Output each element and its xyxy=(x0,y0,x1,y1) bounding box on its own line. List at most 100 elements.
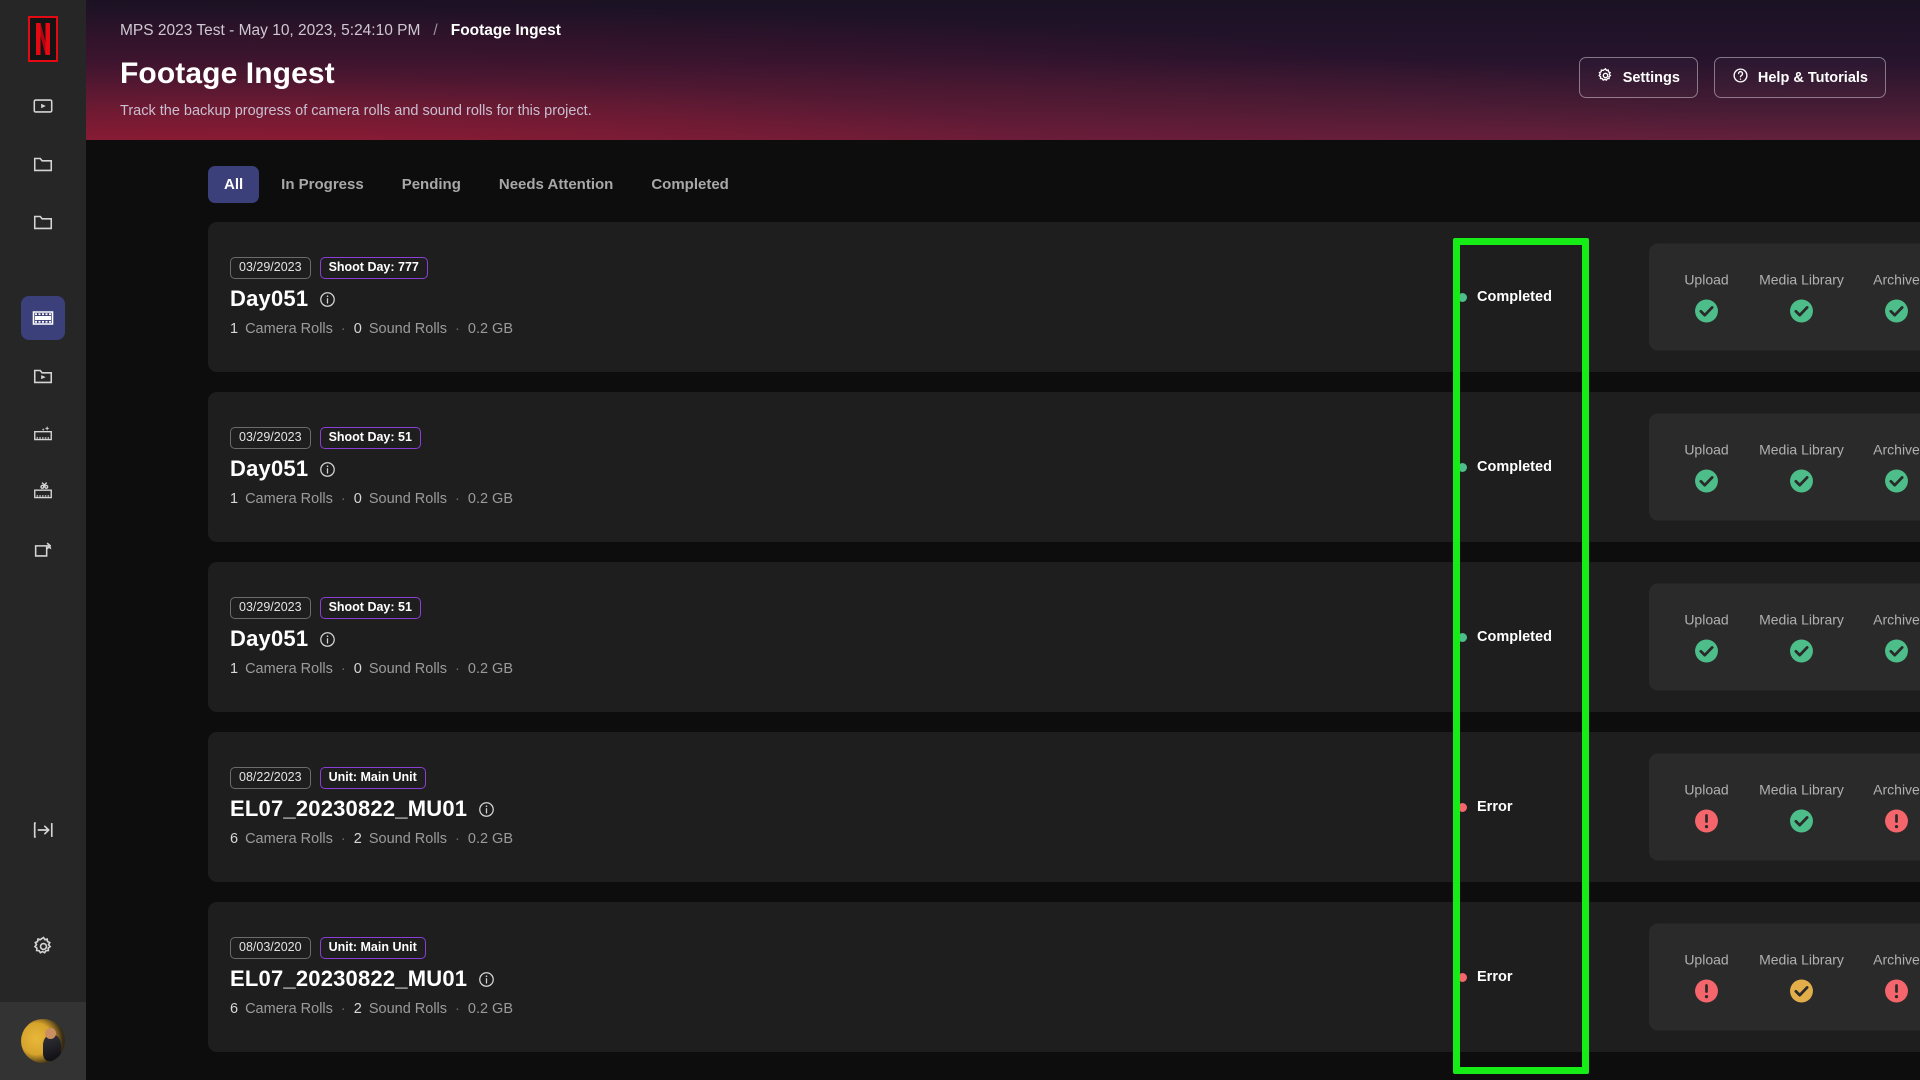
netflix-n-logo[interactable] xyxy=(28,16,58,62)
meta-separator: · xyxy=(340,491,346,508)
stage-progress-panel: Upload Media Library Archive xyxy=(1649,753,1920,861)
filter-tabs: All In Progress Pending Needs Attention Comp… xyxy=(86,140,1920,203)
tab-completed[interactable]: Completed xyxy=(635,166,745,203)
sidebar-item-settings[interactable] xyxy=(21,924,65,968)
stage-label: Archive xyxy=(1873,781,1920,797)
info-icon[interactable] xyxy=(319,631,336,648)
info-icon[interactable] xyxy=(319,461,336,478)
stage-status-completed-icon[interactable] xyxy=(1789,808,1814,833)
sidebar-item-film-sparkle[interactable] xyxy=(21,412,65,456)
stage-status-completed-icon[interactable] xyxy=(1694,468,1719,493)
sound-rolls-label: Sound Rolls xyxy=(368,1001,448,1018)
sidebar-item-archive[interactable] xyxy=(21,528,65,572)
ingest-card[interactable]: 03/29/2023 Shoot Day: 51 Day051 1 Camera Rol… xyxy=(208,562,1920,712)
camera-rolls-label: Camera Rolls xyxy=(245,491,333,508)
folder-alt-icon[interactable] xyxy=(21,200,65,244)
card-badges: 03/29/2023 Shoot Day: 51 xyxy=(230,426,1308,450)
ingest-card[interactable]: 08/03/2020 Unit: Main Unit EL07_20230822_M… xyxy=(208,902,1920,1052)
stage-progress-panel: Upload Media Library Archive xyxy=(1649,923,1920,1031)
tab-all[interactable]: All xyxy=(208,166,260,203)
collapse-sidebar-icon[interactable] xyxy=(21,808,65,852)
status-label: Completed xyxy=(1477,459,1552,475)
meta-separator: · xyxy=(455,491,460,508)
sidebar-item-film-cut[interactable] xyxy=(21,470,65,514)
tab-in-progress[interactable]: In Progress xyxy=(265,166,380,203)
stage-upload: Upload xyxy=(1661,951,1753,1003)
stage-archive: Archive xyxy=(1851,951,1920,1003)
stage-label: Upload xyxy=(1684,951,1729,967)
sound-rolls-count: 2 xyxy=(353,1001,362,1018)
film-sparkle-icon[interactable] xyxy=(21,412,65,456)
settings-gear-icon[interactable] xyxy=(21,924,65,968)
sound-rolls-count: 0 xyxy=(353,321,362,338)
main-content: MPS 2023 Test - May 10, 2023, 5:24:10 PM… xyxy=(86,0,1920,1080)
stage-status-completed-icon[interactable] xyxy=(1884,468,1909,493)
archive-box-icon[interactable] xyxy=(21,528,65,572)
total-size: 0.2 GB xyxy=(467,831,514,848)
tag-badge: Unit: Main Unit xyxy=(319,936,426,960)
sidebar-item-folder[interactable] xyxy=(21,142,65,186)
sidebar-item-folder-alt[interactable] xyxy=(21,200,65,244)
film-cut-icon[interactable] xyxy=(21,470,65,514)
status-dot-icon xyxy=(1458,972,1467,982)
ingest-card[interactable]: 03/29/2023 Shoot Day: 51 Day051 1 Camera Rol… xyxy=(208,392,1920,542)
folder-icon[interactable] xyxy=(21,142,65,186)
stage-status-completed-icon[interactable] xyxy=(1694,298,1719,323)
stage-status-completed-icon[interactable] xyxy=(1694,638,1719,663)
stage-label: Archive xyxy=(1873,271,1920,287)
stage-label: Upload xyxy=(1684,781,1729,797)
stage-progress-panel: Upload Media Library Archive xyxy=(1649,243,1920,351)
sound-rolls-label: Sound Rolls xyxy=(368,831,448,848)
stage-status-error-icon[interactable] xyxy=(1884,978,1909,1003)
card-title-row: Day051 xyxy=(230,626,1308,652)
status-badge: Error xyxy=(1458,969,1590,985)
info-icon[interactable] xyxy=(478,801,495,818)
ingest-card[interactable]: 03/29/2023 Shoot Day: 777 Day051 1 Camera Ro… xyxy=(208,222,1920,372)
date-badge: 08/22/2023 xyxy=(230,766,311,790)
help-tutorials-button[interactable]: Help & Tutorials xyxy=(1713,57,1886,98)
stage-status-completed-icon[interactable] xyxy=(1789,298,1814,323)
video-player-icon[interactable] xyxy=(21,84,65,128)
camera-rolls-count: 1 xyxy=(230,491,239,508)
status-dot-icon xyxy=(1458,292,1467,302)
sidebar-item-video[interactable] xyxy=(21,84,65,128)
film-strip-icon[interactable] xyxy=(21,296,65,340)
meta-separator: · xyxy=(340,831,346,848)
camera-rolls-label: Camera Rolls xyxy=(245,661,333,678)
stage-status-error-icon[interactable] xyxy=(1694,978,1719,1003)
avatar[interactable] xyxy=(0,1002,86,1080)
tag-badge: Unit: Main Unit xyxy=(319,766,426,790)
sidebar-item-footage-ingest[interactable] xyxy=(21,296,65,340)
status-dot-icon xyxy=(1458,802,1467,812)
stage-status-completed-icon[interactable] xyxy=(1789,468,1814,493)
info-icon[interactable] xyxy=(478,971,495,988)
stage-label: Upload xyxy=(1684,271,1729,287)
sidebar-item-folder-video[interactable] xyxy=(21,354,65,398)
card-badges: 08/22/2023 Unit: Main Unit xyxy=(230,766,1308,790)
folder-video-icon[interactable] xyxy=(21,354,65,398)
status-badge: Completed xyxy=(1458,289,1590,305)
tab-needs-attention[interactable]: Needs Attention xyxy=(483,166,629,203)
card-details: 08/22/2023 Unit: Main Unit EL07_20230822_M… xyxy=(208,766,1308,847)
stage-status-error-icon[interactable] xyxy=(1694,808,1719,833)
stage-status-completed-icon[interactable] xyxy=(1789,638,1814,663)
ingest-card[interactable]: 08/22/2023 Unit: Main Unit EL07_20230822_M… xyxy=(208,732,1920,882)
stage-status-completed-icon[interactable] xyxy=(1884,298,1909,323)
sidebar-item-collapse[interactable] xyxy=(21,808,65,852)
stage-status-warning-icon[interactable] xyxy=(1789,978,1814,1003)
total-size: 0.2 GB xyxy=(467,321,514,338)
stage-label: Archive xyxy=(1873,611,1920,627)
stage-archive: Archive xyxy=(1851,611,1920,663)
info-icon[interactable] xyxy=(319,291,336,308)
total-size: 0.2 GB xyxy=(467,1001,514,1018)
tab-pending[interactable]: Pending xyxy=(386,166,477,203)
settings-button[interactable]: Settings xyxy=(1578,57,1698,98)
card-title: Day051 xyxy=(230,456,309,482)
sound-rolls-count: 2 xyxy=(353,831,362,848)
stage-status-error-icon[interactable] xyxy=(1884,808,1909,833)
camera-rolls-count: 6 xyxy=(230,831,239,848)
breadcrumb-project[interactable]: MPS 2023 Test - May 10, 2023, 5:24:10 PM xyxy=(120,22,420,40)
stage-label: Media Library xyxy=(1759,441,1844,457)
card-meta: 6 Camera Rolls · 2 Sound Rolls · 0.2 GB xyxy=(230,831,1308,847)
stage-status-completed-icon[interactable] xyxy=(1884,638,1909,663)
